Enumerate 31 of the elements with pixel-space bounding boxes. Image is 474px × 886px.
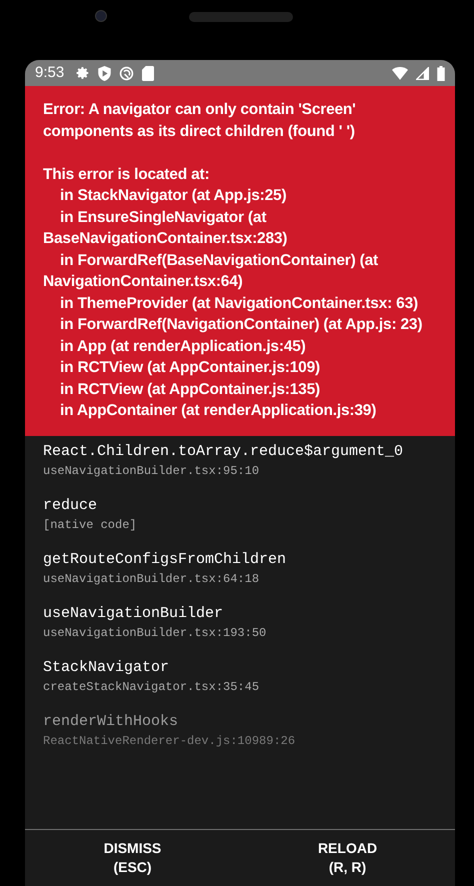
component-stack-line: in ThemeProvider (at NavigationContainer.tsx: 63) xyxy=(59,294,419,314)
frame-method[interactable]: StackNavigator xyxy=(43,658,437,678)
frame-method[interactable]: getRouteConfigsFromChildren xyxy=(43,550,437,570)
frame-method[interactable]: reduce xyxy=(43,496,437,516)
camera-lens xyxy=(95,10,107,22)
frame-method[interactable]: React.Children.toArray.reduce$argument_0 xyxy=(43,442,437,462)
battery-icon xyxy=(437,66,445,80)
error-message: Error: A navigator can only contain 'Screen' components as its direct children (found ' ') xyxy=(43,100,357,142)
frame-location: [native code] xyxy=(43,516,138,534)
wifi-icon xyxy=(392,66,408,80)
component-stack-line: in AppContainer (at renderApplication.js:39) xyxy=(59,401,378,421)
sd-card-icon xyxy=(142,66,154,80)
frame-method[interactable]: renderWithHooks xyxy=(43,712,437,732)
component-stack-line: in RCTView (at AppContainer.js:135) xyxy=(59,380,321,400)
shield-play-icon xyxy=(98,66,112,80)
frame-location: ReactNativeRenderer-dev.js:10989:26 xyxy=(43,732,296,750)
status-time: 9:53 xyxy=(35,62,64,83)
signal-icon xyxy=(416,66,429,80)
gear-icon xyxy=(76,66,90,80)
component-stack-line: in StackNavigator (at App.js:25) xyxy=(59,186,288,206)
frame-method[interactable]: useNavigationBuilder xyxy=(43,604,437,624)
component-stack-line: in App (at renderApplication.js:45) xyxy=(59,336,307,356)
frame-location: useNavigationBuilder.tsx:193:50 xyxy=(43,624,268,642)
component-stack-line: in EnsureSingleNavigator (at BaseNavigationContainer.tsx:283) xyxy=(43,208,288,249)
component-stack-line: in ForwardRef(NavigationContainer) (at App.js: 23) xyxy=(59,315,424,335)
frame-location: createStackNavigator.tsx:35:45 xyxy=(43,678,260,696)
located-heading: This error is located at: xyxy=(43,164,210,184)
frame-location: useNavigationBuilder.tsx:64:18 xyxy=(43,570,260,588)
frame-location: useNavigationBuilder.tsx:95:10 xyxy=(43,462,260,480)
component-stack-line: in ForwardRef(BaseNavigationContainer) (at NavigationContainer.tsx:64) xyxy=(43,250,380,292)
component-stack-line: in RCTView (at AppContainer.js:109) xyxy=(59,358,321,378)
